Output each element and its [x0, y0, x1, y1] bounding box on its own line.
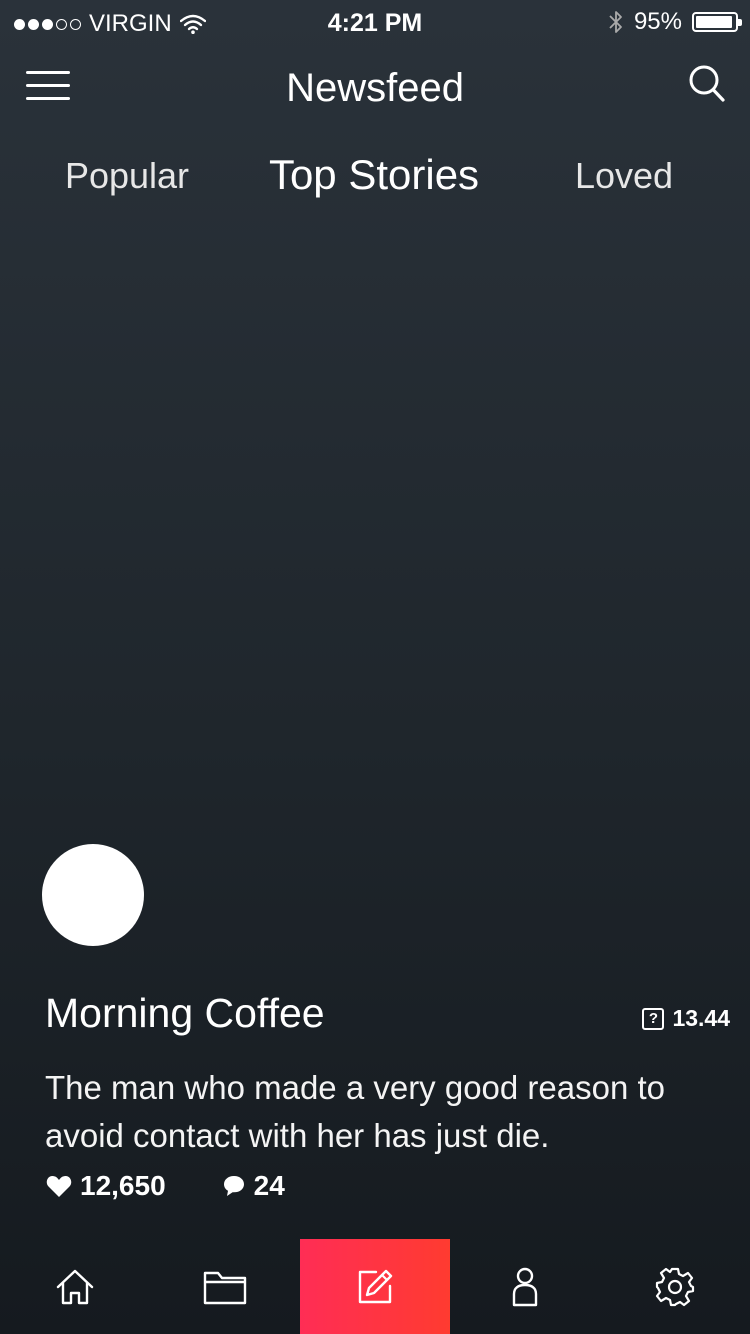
like-stat[interactable]: 12,650 — [46, 1170, 166, 1202]
comment-count: 24 — [253, 1170, 285, 1201]
navigation-header: Newsfeed — [0, 56, 750, 126]
battery-level-fill — [696, 16, 733, 28]
tabbar-compose[interactable] — [300, 1239, 450, 1334]
question-box-icon: ? — [642, 1007, 665, 1030]
bluetooth-icon — [609, 11, 622, 33]
profile-icon — [512, 1267, 538, 1306]
tab-loved[interactable]: Loved — [575, 155, 673, 197]
tabbar-home[interactable] — [0, 1239, 150, 1334]
home-icon — [56, 1269, 94, 1304]
folder-icon — [203, 1271, 247, 1304]
story-stats: 12,650 24 — [46, 1170, 285, 1202]
tab-popular[interactable]: Popular — [65, 155, 189, 197]
battery-percentage: 95% — [633, 8, 682, 35]
battery-icon — [692, 12, 742, 32]
settings-icon — [655, 1267, 695, 1306]
story-time-value: 13.44 — [672, 1005, 730, 1031]
heart-icon — [46, 1176, 72, 1197]
tabbar-profile[interactable] — [450, 1239, 600, 1334]
feed-tabs: Popular Top Stories Loved — [0, 151, 750, 215]
page-title: Newsfeed — [286, 66, 464, 110]
status-bar: VIRGIN 4:21 PM 95% — [0, 0, 750, 48]
tabbar-folder[interactable] — [150, 1239, 300, 1334]
like-count: 12,650 — [80, 1170, 166, 1201]
comment-bubble-icon — [223, 1176, 244, 1196]
compose-icon — [358, 1269, 393, 1303]
tab-top-stories[interactable]: Top Stories — [269, 151, 479, 199]
story-body[interactable]: The man who made a very good reason to a… — [45, 1064, 725, 1160]
tabbar-settings[interactable] — [600, 1239, 750, 1334]
story-timestamp: ? 13.44 — [642, 1005, 730, 1032]
bottom-tab-bar — [0, 1239, 750, 1334]
story-title[interactable]: Morning Coffee — [45, 990, 325, 1037]
search-icon[interactable] — [688, 64, 726, 104]
comment-stat[interactable]: 24 — [222, 1170, 285, 1202]
author-avatar[interactable] — [42, 844, 144, 946]
status-right: 95% — [608, 8, 742, 36]
